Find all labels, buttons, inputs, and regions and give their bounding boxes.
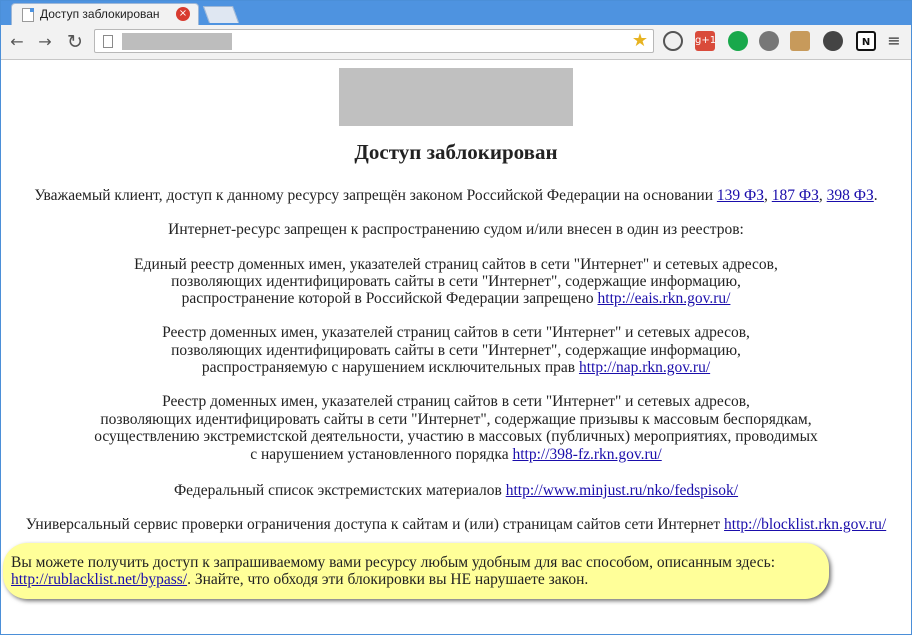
federal-list-link[interactable]: http://www.minjust.ru/nko/fedspisok/ — [506, 482, 738, 499]
registry-1-text: распространение которой в Российской Фед… — [181, 290, 598, 307]
registry-1-line-1: Единый реестр доменных имен, указателей … — [134, 256, 778, 273]
federal-list-text: Федеральный список экстремистских матери… — [173, 482, 506, 499]
registry-2-link[interactable]: http://nap.rkn.gov.ru/ — [579, 359, 710, 376]
bypass-notice-rest: . Знайте, что обходя эти блокировки вы Н… — [187, 571, 589, 588]
intro-line: Уважаемый клиент, доступ к данному ресур… — [1, 187, 911, 204]
registry-3-line-1: Реестр доменных имен, указателей страниц… — [162, 393, 750, 410]
registry-3-line-2: позволяющих идентифицировать сайты в сет… — [100, 411, 812, 428]
law-separator: , — [818, 187, 827, 204]
registry-3-link[interactable]: http://398-fz.rkn.gov.ru/ — [513, 446, 662, 463]
law-398-link[interactable]: 398 ФЗ — [827, 187, 874, 204]
service-link[interactable]: http://blocklist.rkn.gov.ru/ — [724, 516, 886, 533]
registry-1-link[interactable]: http://eais.rkn.gov.ru/ — [598, 290, 731, 307]
registry-3-line-3: осуществлению экстремистской деятельност… — [94, 428, 818, 445]
registry-3-line-4: с нарушением установленного порядка http… — [1, 446, 911, 463]
bypass-link[interactable]: http://rublacklist.net/bypass/ — [11, 571, 187, 588]
federal-list-line: Федеральный список экстремистских матери… — [1, 482, 911, 499]
block-page-content: Доступ заблокирован Уважаемый клиент, до… — [1, 1, 911, 634]
bypass-notice-line-2: http://rublacklist.net/bypass/. Знайте, … — [11, 571, 821, 588]
service-text: Универсальный сервис проверки ограничени… — [25, 516, 725, 533]
law-end: . — [873, 187, 878, 204]
registry-1-line-2: позволяющих идентифицировать сайты в сет… — [171, 273, 741, 290]
registry-1-line-3: распространение которой в Российской Фед… — [1, 290, 911, 307]
page-title: Доступ заблокирован — [354, 140, 558, 164]
intro-text: Уважаемый клиент, доступ к данному ресур… — [34, 187, 717, 204]
law-separator: , — [764, 187, 772, 204]
browser-window: Доступ заблокирован × ← → ↻ ★ g+1 N ≡ До… — [0, 0, 912, 635]
registry-2-line-3: распространяемую с нарушением исключител… — [1, 359, 911, 376]
subintro-line: Интернет-ресурс запрещен к распространен… — [168, 221, 744, 238]
law-139-link[interactable]: 139 ФЗ — [717, 187, 764, 204]
law-187-link[interactable]: 187 ФЗ — [772, 187, 819, 204]
service-line: Универсальный сервис проверки ограничени… — [1, 516, 911, 533]
bypass-notice-text: Вы можете получить доступ к запрашиваемо… — [11, 554, 821, 588]
bypass-notice-line-1: Вы можете получить доступ к запрашиваемо… — [11, 554, 776, 571]
registry-2-line-1: Реестр доменных имен, указателей страниц… — [162, 324, 750, 341]
registry-2-line-2: позволяющих идентифицировать сайты в сет… — [171, 342, 741, 359]
registry-2-text: распространяемую с нарушением исключител… — [201, 359, 579, 376]
bypass-notice: Вы можете получить доступ к запрашиваемо… — [3, 543, 829, 599]
registry-3-text: с нарушением установленного порядка — [250, 446, 513, 463]
